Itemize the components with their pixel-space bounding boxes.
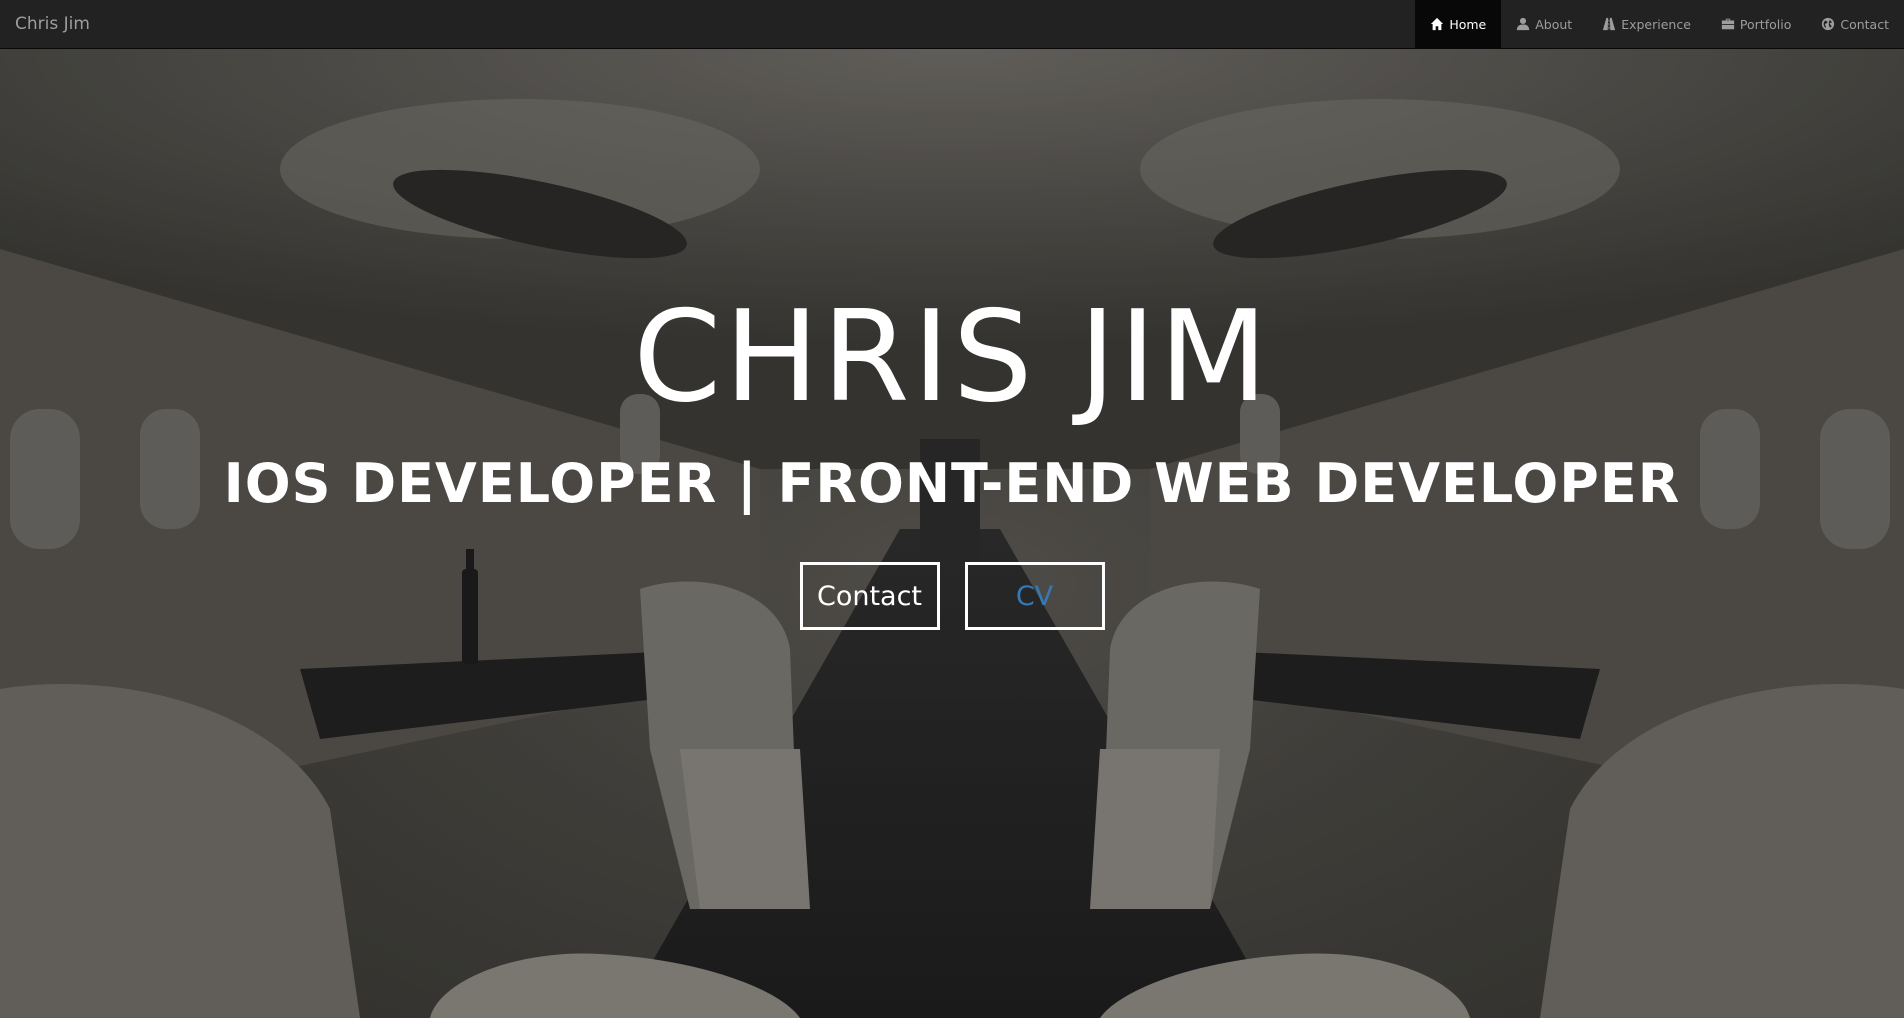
nav-item-label: Experience (1621, 16, 1691, 32)
hero-buttons: Contact CV (0, 562, 1904, 630)
nav-item-label: Portfolio (1739, 16, 1792, 32)
nav-item-portfolio[interactable]: Portfolio (1706, 0, 1806, 49)
nav-item-experience[interactable]: Experience (1587, 0, 1706, 49)
road-icon (1602, 17, 1616, 31)
nav-item-label: Contact (1840, 16, 1889, 32)
nav-item-about[interactable]: About (1501, 0, 1587, 49)
hero-title: CHRIS JIM (633, 283, 1271, 430)
hero-overlay (0, 49, 1904, 1018)
top-navbar: Chris Jim Home About Experience Portfoli… (0, 0, 1904, 49)
globe-icon (1821, 17, 1835, 31)
nav-menu: Home About Experience Portfolio Contact (1415, 0, 1904, 49)
hero-section: CHRIS JIM IOS DEVELOPER | FRONT-END WEB … (0, 49, 1904, 1018)
nav-item-label: Home (1449, 16, 1487, 32)
hero-subtitle: IOS DEVELOPER | FRONT-END WEB DEVELOPER (223, 452, 1681, 515)
home-icon (1430, 17, 1444, 31)
nav-item-home[interactable]: Home (1415, 0, 1502, 49)
brand-link[interactable]: Chris Jim (0, 0, 90, 49)
user-icon (1516, 17, 1530, 31)
nav-item-label: About (1535, 16, 1573, 32)
contact-button[interactable]: Contact (799, 562, 940, 630)
briefcase-icon (1721, 17, 1735, 31)
cv-button[interactable]: CV (964, 562, 1105, 630)
nav-item-contact[interactable]: Contact (1806, 0, 1904, 49)
